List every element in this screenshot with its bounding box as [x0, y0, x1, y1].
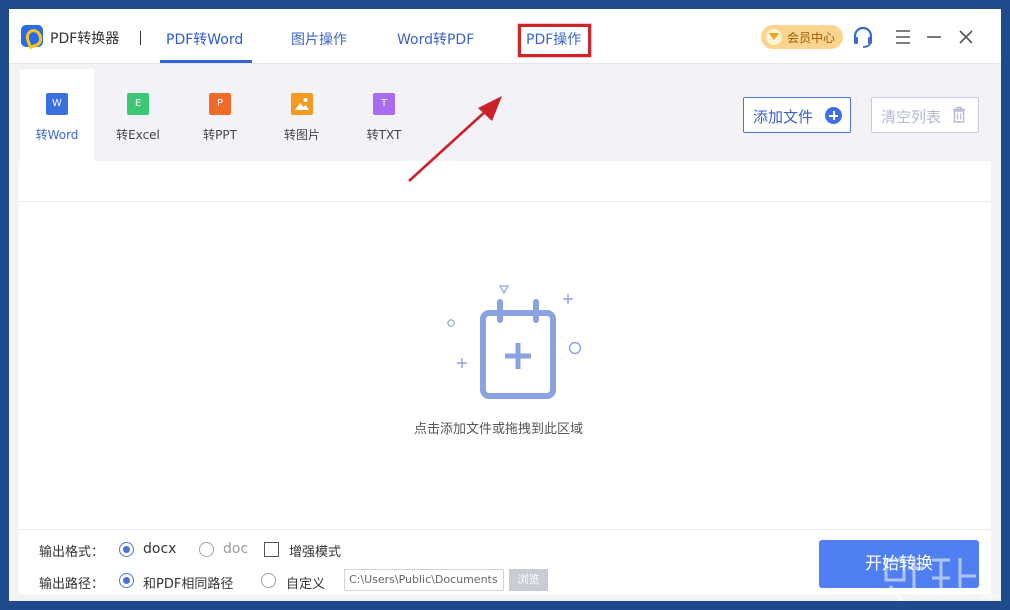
- image-icon: [291, 93, 313, 115]
- app-logo-icon: [21, 25, 43, 47]
- enhanced-mode-label: 增强模式: [289, 545, 342, 560]
- type-tab-image[interactable]: 转图片: [265, 69, 339, 161]
- watermark-logo-icon: [884, 558, 1000, 601]
- tab-image-ops[interactable]: 图片操作: [291, 29, 347, 49]
- plus-circle-icon: [825, 107, 842, 124]
- close-icon[interactable]: [954, 25, 978, 49]
- vip-center-button[interactable]: 会员中心: [761, 25, 843, 49]
- ppt-icon: P: [209, 93, 231, 115]
- path-custom-radio[interactable]: [261, 573, 276, 588]
- tab-word-to-pdf[interactable]: Word转PDF: [397, 29, 474, 49]
- active-tab-indicator: [160, 60, 252, 63]
- output-path-input[interactable]: C:\Users\Public\Documents: [344, 569, 504, 591]
- type-tab-label: 转PPT: [203, 128, 237, 142]
- clear-list-label: 清空列表: [881, 108, 942, 126]
- app-name: PDF转换器: [50, 31, 120, 47]
- minimize-icon[interactable]: [922, 25, 946, 49]
- type-tab-word[interactable]: W 转Word: [20, 69, 94, 161]
- browse-button[interactable]: 浏览: [509, 569, 548, 591]
- excel-icon: E: [127, 93, 149, 115]
- type-tab-label: 转Word: [35, 128, 79, 142]
- add-file-button[interactable]: 添加文件: [743, 97, 851, 133]
- output-format-label: 输出格式：: [39, 545, 105, 560]
- tab-pdf-to-word[interactable]: PDF转Word: [166, 29, 243, 49]
- path-same-radio[interactable]: [119, 573, 134, 588]
- drop-hint-text: 点击添加文件或拖拽到此区域: [414, 422, 584, 437]
- txt-icon: T: [373, 93, 395, 115]
- diamond-icon: [766, 29, 782, 45]
- format-doc-radio[interactable]: [199, 542, 214, 557]
- type-tab-label: 转Excel: [116, 128, 160, 142]
- headset-support-icon[interactable]: [851, 25, 875, 49]
- enhanced-mode-checkbox[interactable]: [264, 542, 279, 557]
- vip-center-label: 会员中心: [787, 31, 836, 45]
- annotation-highlight-box: [518, 24, 591, 57]
- file-drop-area[interactable]: 点击添加文件或拖拽到此区域: [19, 201, 991, 523]
- add-file-illustration-icon: [447, 285, 582, 399]
- add-file-label: 添加文件: [753, 108, 814, 126]
- trash-icon: [952, 106, 966, 123]
- type-tab-excel[interactable]: E 转Excel: [101, 69, 175, 161]
- output-path-label: 输出路径：: [39, 577, 105, 592]
- path-custom-label: 自定义: [286, 577, 326, 592]
- type-tab-label: 转图片: [283, 128, 320, 142]
- format-docx-radio[interactable]: [119, 542, 134, 557]
- format-doc-label: doc: [223, 541, 249, 557]
- title-bar: PDF转换器 PDF转Word 图片操作 Word转PDF PDF操作 会员中心: [9, 9, 1001, 64]
- type-tab-ppt[interactable]: P 转PPT: [183, 69, 257, 161]
- path-same-label: 和PDF相同路径: [143, 577, 234, 592]
- clear-list-button[interactable]: 清空列表: [871, 97, 979, 133]
- annotation-arrow-icon: [408, 96, 502, 182]
- format-docx-label: docx: [143, 541, 177, 557]
- title-divider: [140, 31, 141, 45]
- word-icon: W: [46, 93, 68, 115]
- menu-icon[interactable]: [891, 25, 915, 49]
- output-settings: 输出格式： docx doc 增强模式 输出路径： 和PDF相同路径 自定义 C…: [19, 529, 991, 594]
